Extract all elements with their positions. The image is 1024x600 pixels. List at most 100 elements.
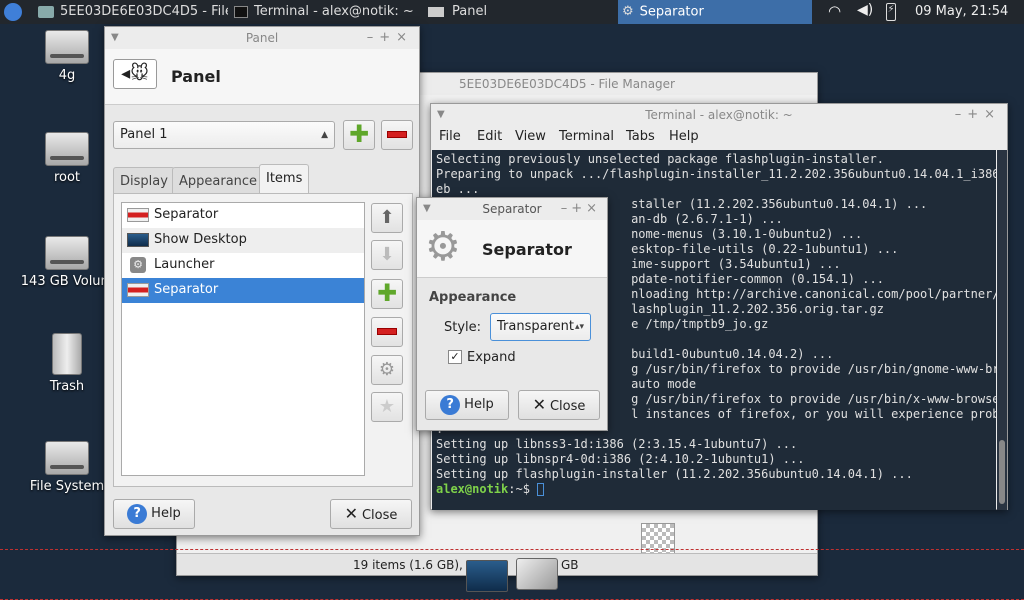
terminal-scrollbar[interactable]: [997, 150, 1007, 510]
drive-icon: [45, 236, 89, 270]
style-label: Style:: [444, 320, 482, 335]
close-icon: ✕: [344, 504, 358, 523]
top-panel: 5EE03DE6E03DC4D5 - File ... Terminal - a…: [0, 0, 1024, 24]
appearance-section-label: Appearance: [429, 290, 517, 305]
scrollbar-thumb[interactable]: [999, 440, 1005, 504]
terminal-line: Setting up libnss3-1d:i386 (2:3.15.4-1ub…: [436, 437, 798, 451]
terminal-menubar: File Edit View Terminal Tabs Help: [431, 126, 1007, 148]
item-about-button[interactable]: ★: [371, 392, 403, 422]
add-panel-button[interactable]: ✚: [343, 120, 375, 150]
drive-icon: [45, 441, 89, 475]
separator-header: ⚙ Separator: [417, 220, 607, 278]
panel-icon: [428, 6, 444, 17]
list-item[interactable]: Separator: [122, 203, 364, 228]
close-button[interactable]: ✕ Close: [330, 499, 412, 529]
terminal-line: Selecting previously unselected package …: [436, 152, 884, 166]
prompt-path: :~$: [508, 482, 538, 496]
prompt-user: alex@notik: [436, 482, 509, 496]
separator-header-title: Separator: [482, 240, 572, 259]
menu-file[interactable]: File: [439, 126, 461, 148]
terminal-titlebar[interactable]: ▼ Terminal - alex@notik: ~ –+×: [431, 104, 1007, 126]
terminal-line: Preparing to unpack .../flashplugin-inst…: [436, 167, 996, 181]
window-controls[interactable]: –+×: [955, 104, 1001, 126]
separator-dialog: ▼ Separator –+× ⚙ Separator Appearance S…: [416, 197, 608, 431]
terminal-line: Setting up libnspr4-0d:i386 (2:4.10.2-1u…: [436, 452, 805, 466]
separator-icon: [127, 208, 149, 222]
battery-icon[interactable]: ⚡: [886, 3, 896, 21]
item-properties-button[interactable]: ⚙: [371, 355, 403, 385]
panel-header-title: Panel: [171, 67, 221, 86]
taskbar-terminal[interactable]: Terminal - alex@notik: ~: [230, 0, 416, 24]
window-menu-icon[interactable]: ▼: [111, 27, 119, 49]
terminal-line: eb ...: [436, 182, 480, 196]
move-up-button[interactable]: ⬆: [371, 203, 403, 233]
plus-icon: ✚: [348, 120, 370, 148]
taskbar-panel[interactable]: Panel: [424, 0, 514, 24]
trash-icon: [52, 333, 82, 375]
close-icon: ✕: [532, 395, 546, 414]
terminal-prompt[interactable]: alex@notik:~$: [436, 482, 996, 497]
clock[interactable]: 09 May, 21:54: [915, 0, 1008, 24]
terminal-icon: [234, 5, 248, 18]
remove-panel-button[interactable]: [381, 120, 413, 150]
style-select[interactable]: Transparent ▴▾: [490, 313, 591, 341]
list-item[interactable]: ⚙ Launcher: [122, 253, 364, 278]
show-desktop-icon: [127, 233, 149, 247]
expand-label[interactable]: Expand: [467, 350, 516, 365]
panel-dialog-titlebar[interactable]: ▼ Panel –+×: [105, 27, 419, 49]
window-menu-icon[interactable]: ▼: [437, 104, 445, 126]
panel-logo-icon: ◂🐭: [113, 59, 157, 89]
show-desktop-icon[interactable]: [466, 560, 508, 592]
minus-icon: [377, 328, 397, 335]
xfce-menu-icon[interactable]: [4, 3, 22, 21]
remove-item-button[interactable]: [371, 317, 403, 347]
drive-icon: [45, 132, 89, 166]
desktop-icon-trash[interactable]: Trash: [17, 333, 117, 394]
separator-help-button[interactable]: ? Help: [425, 390, 509, 420]
expand-checkbox[interactable]: ✓: [448, 350, 462, 364]
list-item[interactable]: Separator: [122, 278, 364, 303]
menu-help[interactable]: Help: [669, 126, 699, 148]
desktop-icon-volume[interactable]: 143 GB Volum: [17, 236, 117, 289]
desktop-icon-file-system[interactable]: File System: [17, 441, 117, 494]
minus-icon: [387, 131, 407, 138]
help-icon: ?: [440, 394, 461, 415]
separator-icon: [127, 283, 149, 297]
menu-tabs[interactable]: Tabs: [626, 126, 655, 148]
desktop-icon-4g[interactable]: 4g: [17, 30, 117, 83]
panel-dialog: ▼ Panel –+× ◂🐭 Panel Panel 1 ▲ ✚ Display …: [104, 26, 420, 536]
move-down-button[interactable]: ⬇: [371, 240, 403, 270]
desktop-icon-root[interactable]: root: [17, 132, 117, 185]
plus-icon: ✚: [376, 279, 398, 307]
help-button[interactable]: ? Help: [113, 499, 195, 529]
launcher-icon: ⚙: [130, 257, 146, 273]
tab-display[interactable]: Display: [113, 167, 175, 195]
tab-items[interactable]: Items: [259, 164, 310, 194]
cursor: [537, 483, 545, 496]
terminal-line: Setting up flashplugin-installer (11.2.2…: [436, 467, 913, 481]
menu-view[interactable]: View: [515, 126, 546, 148]
window-controls[interactable]: –+×: [367, 27, 413, 49]
add-item-button[interactable]: ✚: [371, 279, 403, 309]
tab-appearance[interactable]: Appearance: [172, 167, 265, 195]
panel-header: ◂🐭 Panel: [105, 49, 419, 105]
bottom-panel-outline: [0, 549, 1024, 600]
separator-close-button[interactable]: ✕ Close: [518, 390, 600, 420]
folder-icon: [38, 5, 54, 18]
menu-terminal[interactable]: Terminal: [559, 126, 614, 148]
separator-dialog-titlebar[interactable]: ▼ Separator –+×: [417, 198, 607, 220]
wifi-icon[interactable]: ◠: [828, 2, 841, 20]
taskbar-separator[interactable]: ⚙ Separator: [618, 0, 812, 24]
window-controls[interactable]: –+×: [561, 198, 601, 220]
gear-icon: ⚙: [622, 4, 634, 19]
items-list[interactable]: Separator Show Desktop ⚙ Launcher Separat…: [121, 202, 365, 476]
volume-icon[interactable]: ◀): [857, 2, 873, 18]
list-item[interactable]: Show Desktop: [122, 228, 364, 253]
window-menu-icon[interactable]: ▼: [423, 198, 431, 220]
panel-select[interactable]: Panel 1 ▲: [113, 121, 335, 149]
taskbar-file-manager[interactable]: 5EE03DE6E03DC4D5 - File ...: [32, 0, 228, 24]
gear-icon: ⚙: [425, 224, 461, 270]
drive-icon[interactable]: [516, 558, 558, 590]
help-icon: ?: [127, 503, 148, 524]
menu-edit[interactable]: Edit: [477, 126, 502, 148]
